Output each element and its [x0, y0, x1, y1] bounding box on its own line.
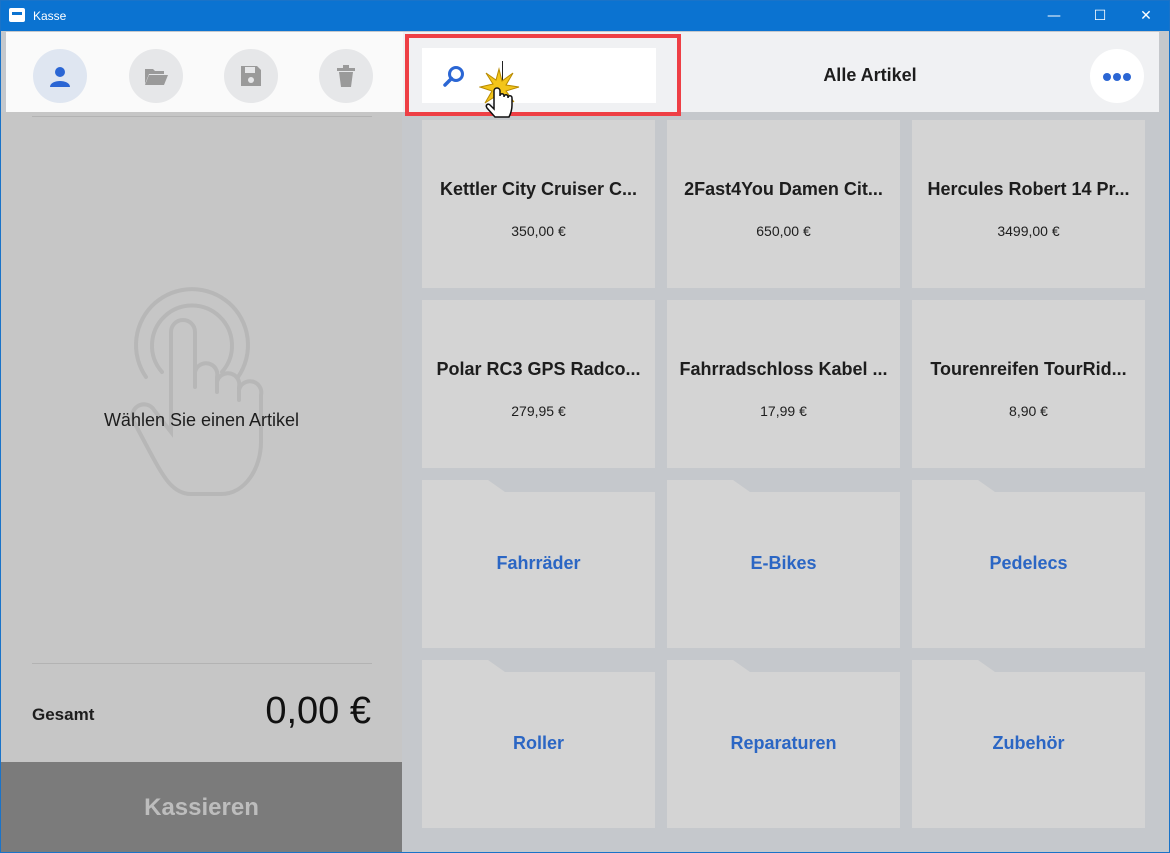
total-label: Gesamt: [32, 705, 95, 724]
right-edge: [1159, 32, 1169, 852]
empty-cart-text: Wählen Sie einen Artikel: [103, 410, 300, 430]
article-price: 350,00 €: [511, 223, 566, 239]
save-button[interactable]: [224, 49, 278, 103]
category-folder[interactable]: Roller: [422, 660, 655, 828]
category-label: Reparaturen: [730, 733, 837, 753]
more-icon-dot-3: [1123, 73, 1131, 81]
close-button[interactable]: ✕: [1123, 1, 1169, 31]
article-tile[interactable]: Kettler City Cruiser C... 350,00 €: [422, 120, 655, 288]
article-price: 17,99 €: [760, 403, 807, 419]
folder-open-icon: [145, 69, 168, 85]
checkout-button[interactable]: Kassieren: [1, 762, 402, 852]
cart-total-divider: [32, 663, 372, 664]
more-icon-dot-2: [1113, 73, 1121, 81]
person-icon: [50, 67, 70, 87]
category-folder[interactable]: Pedelecs: [912, 480, 1145, 648]
tap-hand-icon: [130, 287, 264, 496]
window-title: Kasse: [33, 9, 67, 23]
article-name: Tourenreifen TourRid...: [930, 359, 1127, 379]
article-price: 3499,00 €: [997, 223, 1060, 239]
search-highlight: [405, 34, 681, 116]
article-name: Kettler City Cruiser C...: [439, 179, 638, 199]
article-price: 8,90 €: [1009, 403, 1048, 419]
article-name: Fahrradschloss Kabel ...: [679, 359, 888, 379]
trash-icon: [337, 65, 355, 87]
search-icon: [443, 66, 464, 87]
category-title: Alle Artikel: [823, 65, 917, 85]
category-label: Roller: [512, 733, 564, 753]
category-folder[interactable]: Fahrräder: [422, 480, 655, 648]
app-icon: [9, 8, 25, 22]
category-folder[interactable]: E-Bikes: [667, 480, 900, 648]
maximize-button[interactable]: ☐: [1077, 1, 1123, 31]
article-grid: Kettler City Cruiser C... 350,00 € 2Fast…: [402, 112, 1169, 852]
title-bar[interactable]: Kasse — ☐ ✕: [1, 1, 1169, 31]
floppy-icon: [241, 66, 261, 86]
article-tile[interactable]: Hercules Robert 14 Pr... 3499,00 €: [912, 120, 1145, 288]
more-icon-dot-1: [1103, 73, 1111, 81]
category-label: Fahrräder: [496, 553, 581, 573]
category-folder[interactable]: Zubehör: [912, 660, 1145, 828]
article-price: 279,95 €: [511, 403, 566, 419]
total-value: 0,00 €: [265, 690, 371, 732]
open-button[interactable]: [129, 49, 183, 103]
article-name: Polar RC3 GPS Radco...: [436, 359, 641, 379]
cart-panel: Wählen Sie einen Artikel Gesamt 0,00 € K…: [1, 112, 402, 852]
article-tile[interactable]: 2Fast4You Damen Cit... 650,00 €: [667, 120, 900, 288]
cart-top-divider: [32, 116, 372, 117]
app-window: Kasse — ☐ ✕ Alle Artikel Wählen Sie eine…: [0, 0, 1170, 853]
delete-button[interactable]: [319, 49, 373, 103]
customer-button[interactable]: [33, 49, 87, 103]
category-folder[interactable]: Reparaturen: [667, 660, 900, 828]
article-name: 2Fast4You Damen Cit...: [684, 179, 883, 199]
article-tile[interactable]: Tourenreifen TourRid... 8,90 €: [912, 300, 1145, 468]
category-label: Pedelecs: [989, 553, 1068, 573]
article-name: Hercules Robert 14 Pr...: [927, 179, 1130, 199]
article-tile[interactable]: Polar RC3 GPS Radco... 279,95 €: [422, 300, 655, 468]
article-tile[interactable]: Fahrradschloss Kabel ... 17,99 €: [667, 300, 900, 468]
category-label: E-Bikes: [750, 553, 817, 573]
minimize-button[interactable]: —: [1031, 1, 1077, 31]
hand-cursor-icon: [479, 67, 520, 118]
toolbar-actions: [6, 32, 403, 112]
article-price: 650,00 €: [756, 223, 811, 239]
search-box[interactable]: [422, 48, 656, 103]
more-button[interactable]: [1090, 49, 1144, 103]
category-label: Zubehör: [992, 733, 1065, 753]
